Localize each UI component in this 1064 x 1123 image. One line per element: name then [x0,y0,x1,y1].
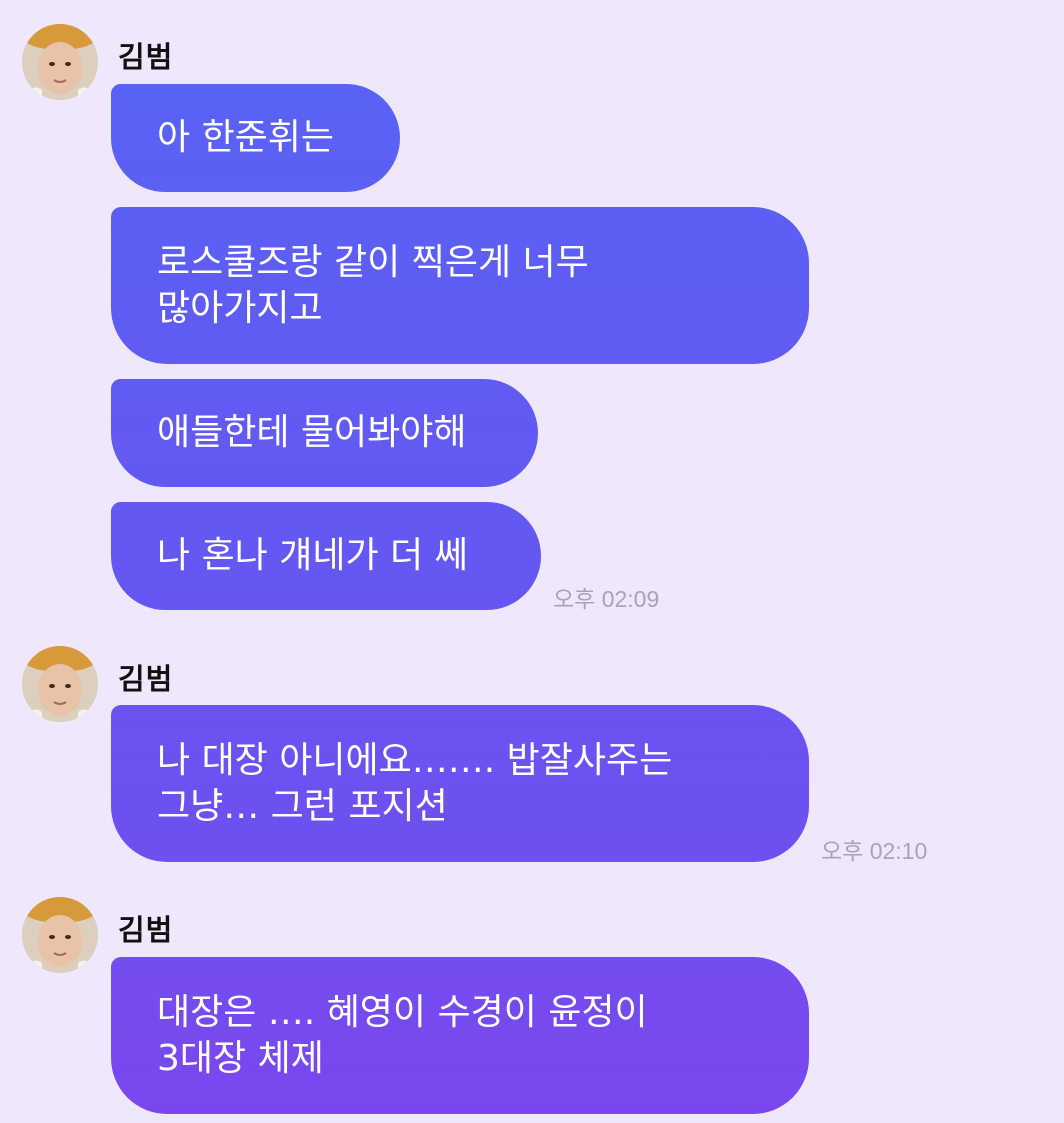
sender-name: 김범 [118,662,174,696]
sender-name: 김범 [118,913,174,947]
message-timestamp: 오후 02:09 [553,586,660,612]
avatar[interactable] [22,897,98,973]
message-bubble[interactable]: 애들한테 물어봐야해 [111,379,538,487]
message-bubble[interactable]: 아 한준휘는 [111,84,400,192]
message-bubble[interactable]: 로스쿨즈랑 같이 찍은게 너무 많아가지고 [111,207,809,364]
message-bubble[interactable]: 나 혼나 걔네가 더 쎄 [111,502,541,610]
avatar[interactable] [22,24,98,100]
message-bubble[interactable]: 대장은 …. 혜영이 수경이 윤정이 3대장 체제 [111,957,809,1114]
message-timestamp: 오후 02:10 [821,838,928,864]
profile-photo-icon [22,24,98,100]
profile-photo-icon [22,646,98,722]
sender-name: 김범 [118,40,174,74]
message-bubble[interactable]: 나 대장 아니에요……. 밥잘사주는 그냥… 그런 포지션 [111,705,809,862]
avatar[interactable] [22,646,98,722]
profile-photo-icon [22,897,98,973]
